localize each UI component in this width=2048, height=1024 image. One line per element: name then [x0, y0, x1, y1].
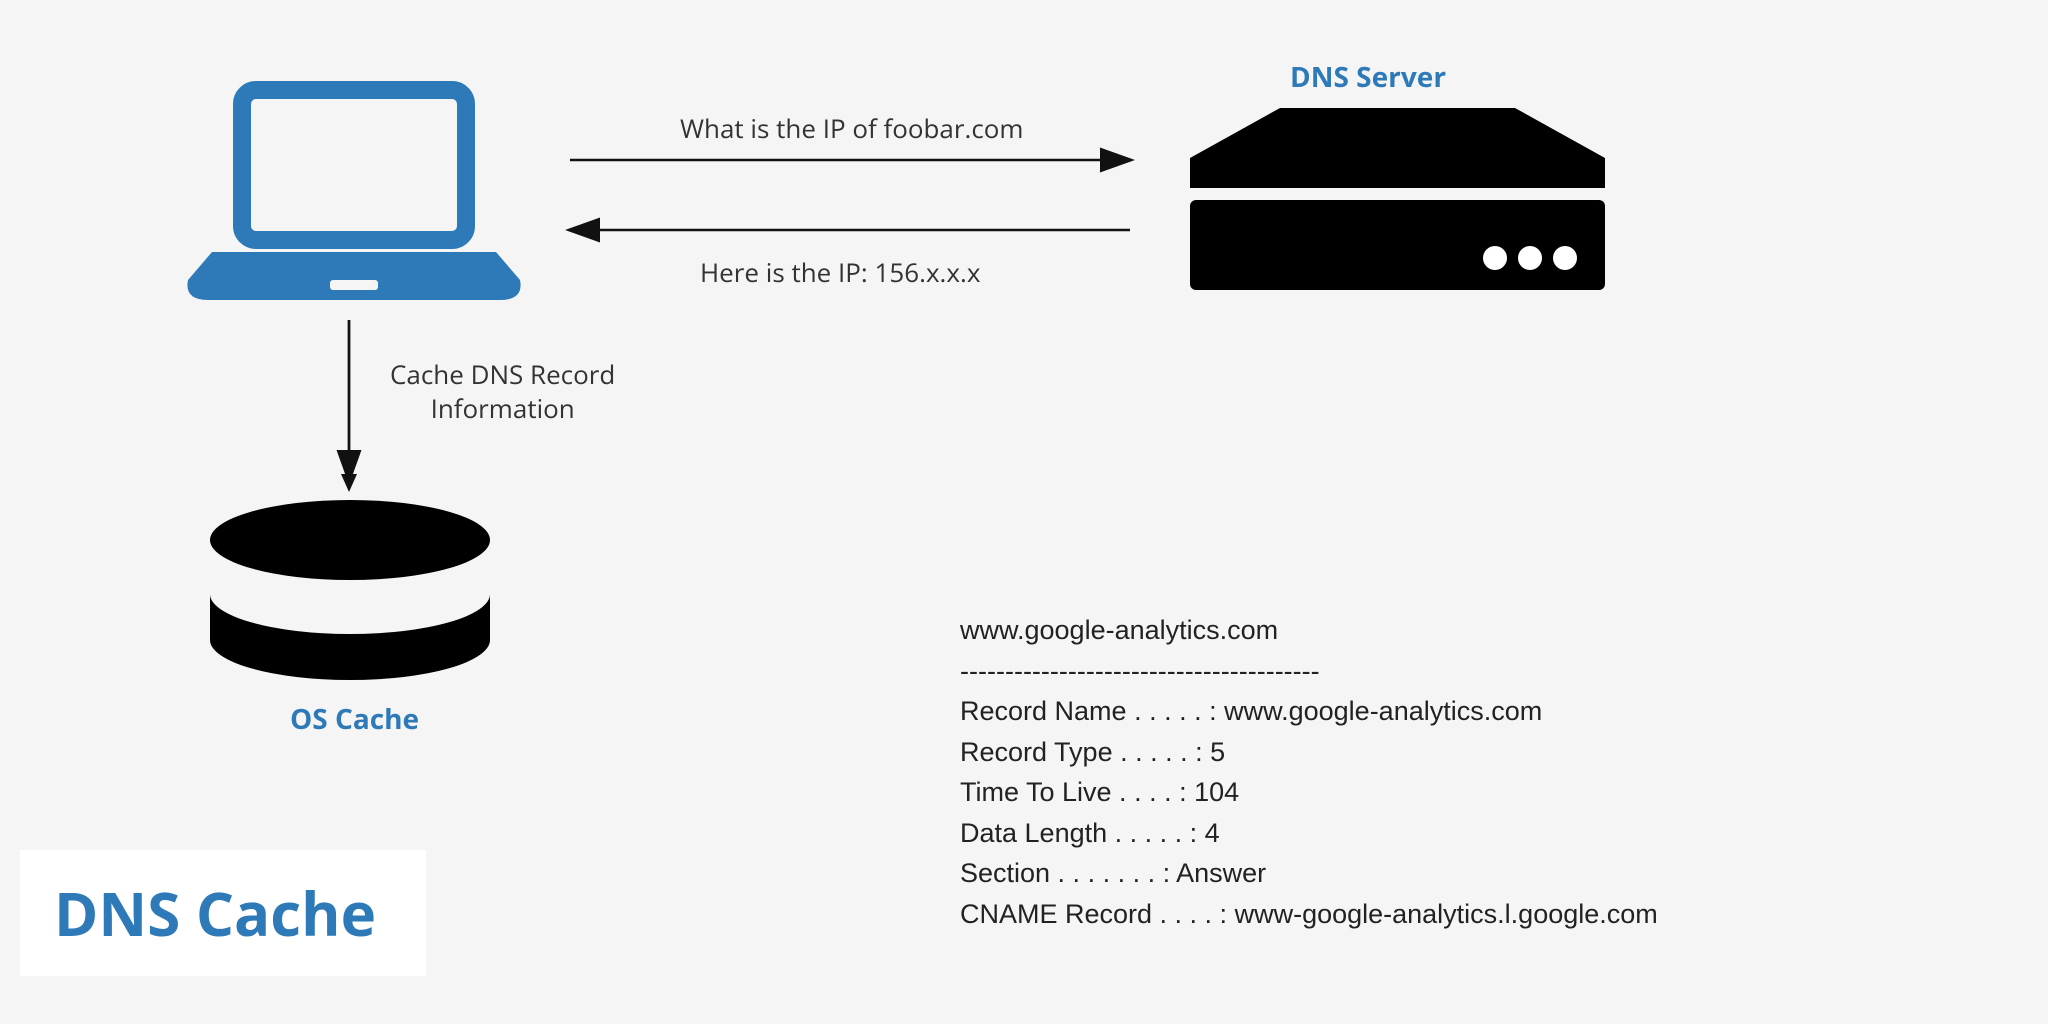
record-host: www.google-analytics.com	[960, 610, 1658, 651]
record-section-value: Answer	[1176, 858, 1266, 888]
record-datalen-value: 4	[1205, 818, 1220, 848]
record-section-row: Section . . . . . . . : Answer	[960, 853, 1658, 894]
record-cname-row: CNAME Record . . . . : www-google-analyt…	[960, 894, 1658, 935]
cache-label-line1: Cache DNS Record	[390, 356, 615, 392]
request-label: What is the IP of foobar.com	[680, 112, 1024, 146]
record-name-value: www.google-analytics.com	[1224, 696, 1542, 726]
os-cache-label: OS Cache	[290, 700, 419, 738]
record-type-label: Record Type . . . . . :	[960, 737, 1203, 767]
record-cname-label: CNAME Record . . . . :	[960, 899, 1227, 929]
record-type-row: Record Type . . . . . : 5	[960, 732, 1658, 773]
server-icon	[1190, 108, 1605, 290]
record-ttl-row: Time To Live . . . . : 104	[960, 772, 1658, 813]
response-label: Here is the IP: 156.x.x.x	[700, 256, 980, 290]
cache-label-line2: Information	[390, 392, 615, 426]
diagram-canvas: DNS Server What is the IP of foobar.com …	[0, 0, 2048, 1024]
record-name-label: Record Name . . . . . :	[960, 696, 1217, 726]
record-ttl-value: 104	[1194, 777, 1239, 807]
record-cname-value: www-google-analytics.l.google.com	[1235, 899, 1658, 929]
disk-icon	[210, 500, 490, 680]
record-datalen-row: Data Length . . . . . : 4	[960, 813, 1658, 854]
record-ttl-label: Time To Live . . . . :	[960, 777, 1187, 807]
record-type-value: 5	[1210, 737, 1225, 767]
laptop-icon	[187, 90, 520, 300]
record-section-label: Section . . . . . . . :	[960, 858, 1170, 888]
cache-label: Cache DNS Record Information	[390, 358, 615, 426]
diagram-title: DNS Cache	[20, 850, 426, 976]
record-divider: ----------------------------------------	[960, 651, 1658, 692]
dns-server-label: DNS Server	[1290, 58, 1446, 96]
record-datalen-label: Data Length . . . . . :	[960, 818, 1197, 848]
dns-record-sample: www.google-analytics.com ---------------…	[960, 610, 1658, 934]
record-name-row: Record Name . . . . . : www.google-analy…	[960, 691, 1658, 732]
